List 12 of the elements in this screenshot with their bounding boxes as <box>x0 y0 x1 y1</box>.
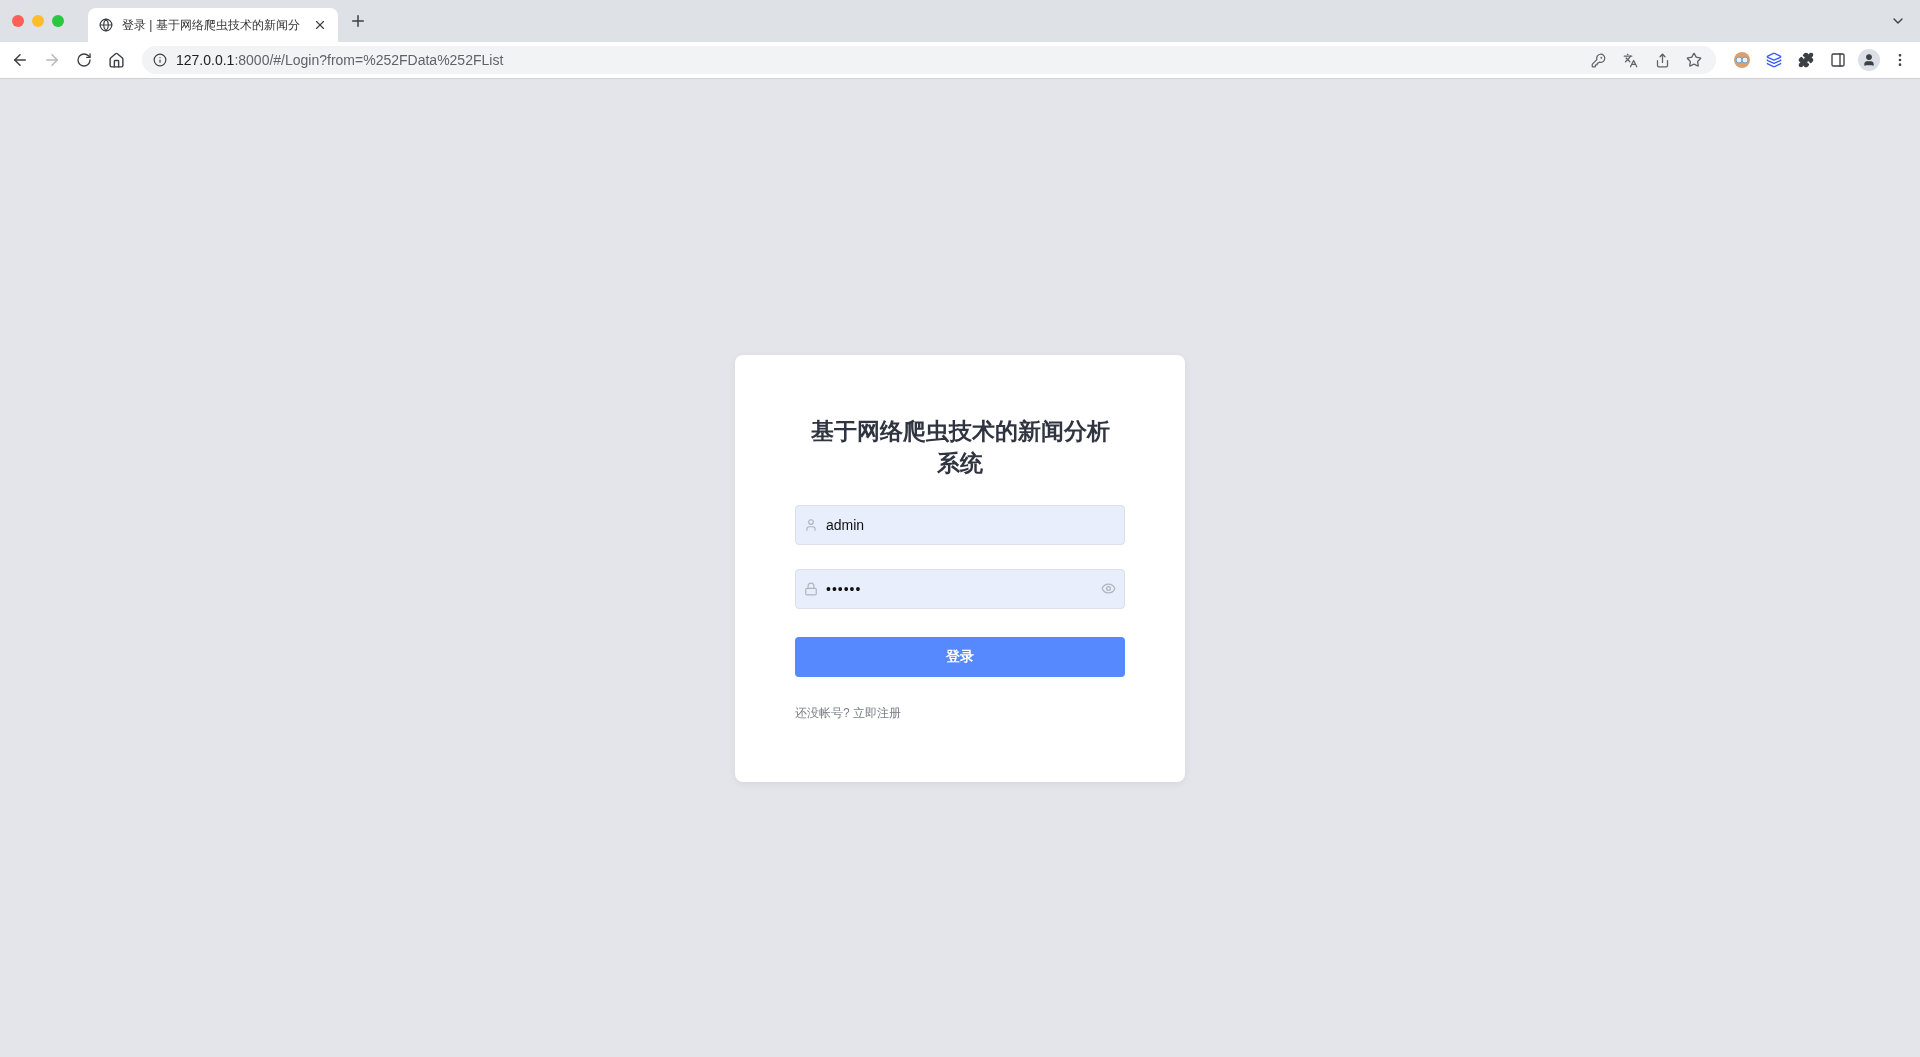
address-bar-url[interactable]: 127.0.0.1:8000/#/Login?from=%252FData%252FList <box>176 52 504 68</box>
login-title: 基于网络爬虫技术的新闻分析系统 <box>809 416 1111 478</box>
globe-icon <box>98 17 114 33</box>
register-link[interactable]: 还没帐号? 立即注册 <box>795 704 901 722</box>
info-icon[interactable] <box>152 52 168 68</box>
profile-icon[interactable] <box>1858 49 1880 71</box>
user-icon <box>803 516 819 533</box>
password-field[interactable]: •••••• <box>795 568 1125 609</box>
lock-icon <box>803 580 819 597</box>
tab-title: 登录 | 基于网络爬虫技术的新闻分 <box>122 16 301 34</box>
username-field[interactable]: admin <box>795 504 1125 545</box>
browser-tab[interactable]: 登录 | 基于网络爬虫技术的新闻分 <box>88 8 338 42</box>
